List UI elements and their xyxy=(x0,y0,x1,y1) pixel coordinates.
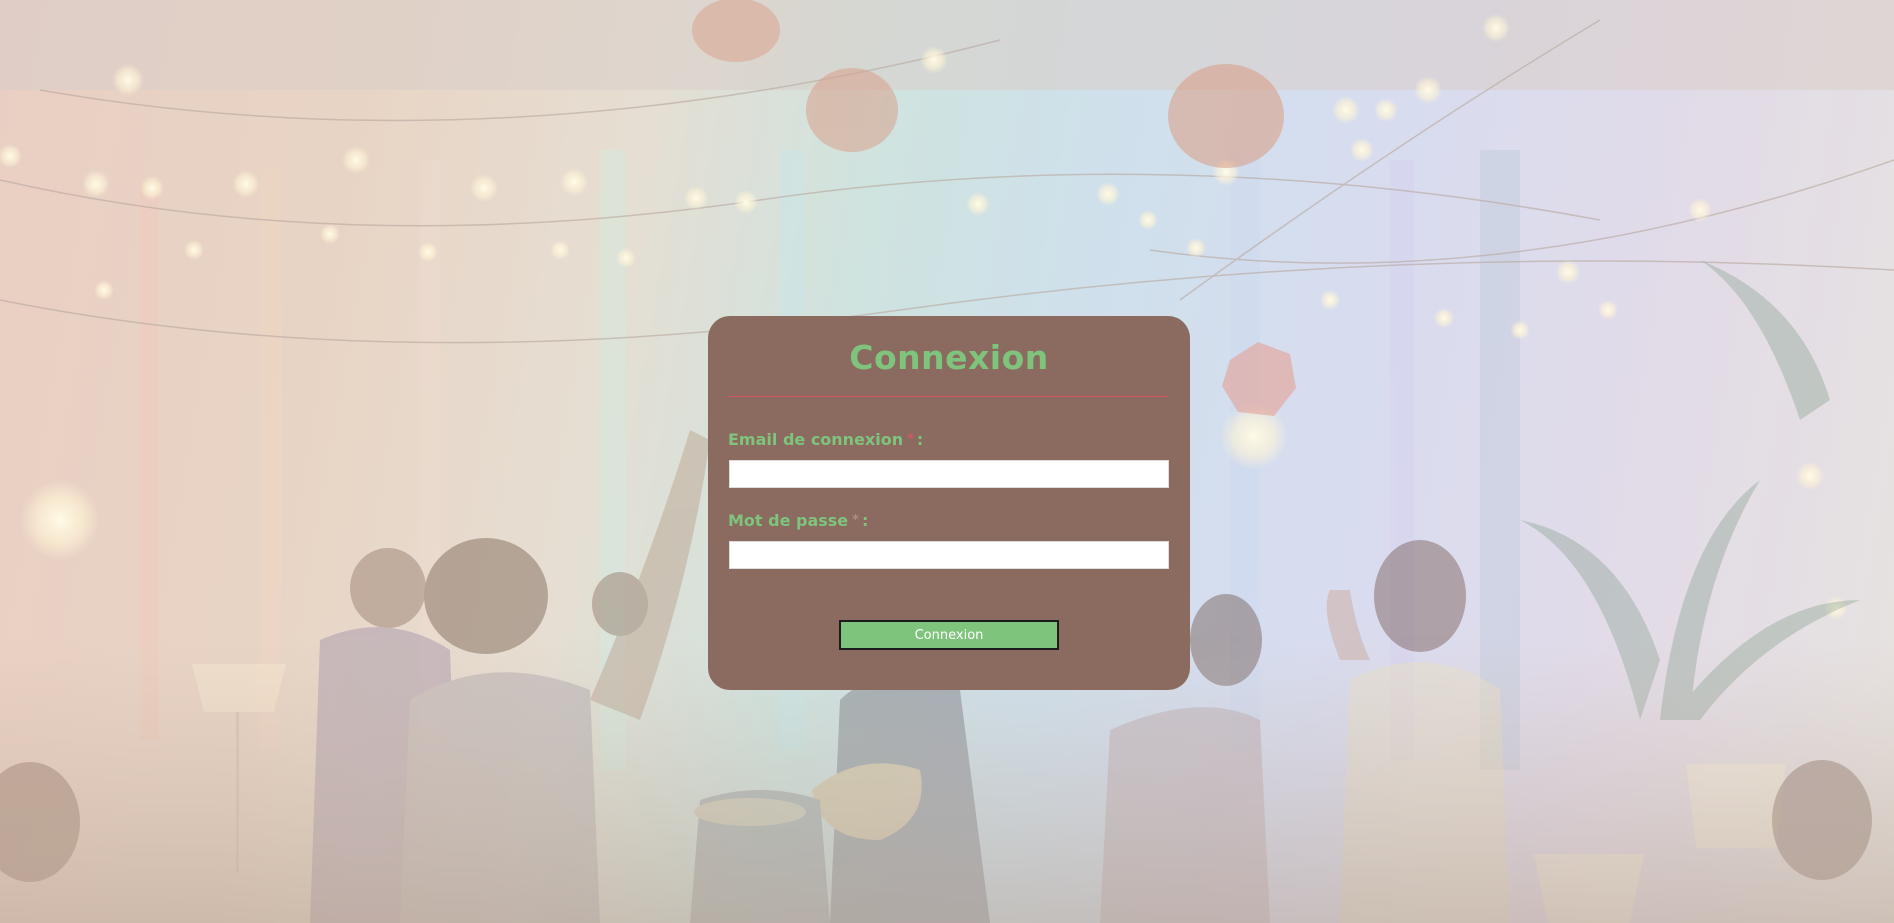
login-title: Connexion xyxy=(849,338,1049,377)
email-label-colon: : xyxy=(916,430,924,449)
email-label-text: Email de connexion xyxy=(728,430,904,449)
password-label-text: Mot de passe xyxy=(728,511,849,530)
password-field[interactable] xyxy=(729,541,1169,569)
email-required-mark: * xyxy=(907,432,914,447)
login-form: Connexion Email de connexion *: Mot de pa… xyxy=(708,316,1190,690)
email-label: Email de connexion *: xyxy=(728,430,923,449)
page-background: Connexion Email de connexion *: Mot de pa… xyxy=(0,0,1894,923)
login-submit-button[interactable]: Connexion xyxy=(839,620,1059,650)
title-divider xyxy=(728,396,1168,397)
email-field[interactable] xyxy=(729,460,1169,488)
password-label-colon: : xyxy=(861,511,869,530)
password-required-mark: * xyxy=(852,513,859,528)
password-label: Mot de passe *: xyxy=(728,511,868,530)
